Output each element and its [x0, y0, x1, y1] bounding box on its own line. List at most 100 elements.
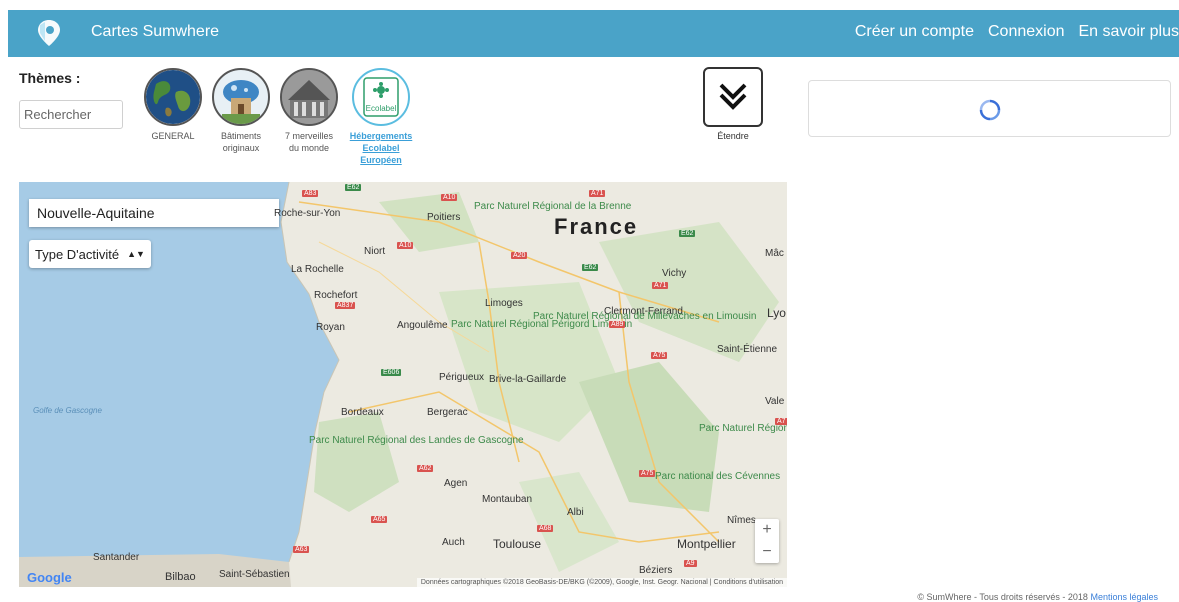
road-shield: A75	[639, 470, 656, 477]
map-pin-logo-icon[interactable]	[36, 19, 62, 47]
theme-ecolabel[interactable]: Ecolabel Hébergements Ecolabel Européen	[345, 68, 417, 166]
map-view[interactable]: Type D'activité ▲▼ France Roche-sur-Yon …	[19, 182, 787, 587]
road-shield: A837	[335, 302, 356, 309]
results-panel	[808, 80, 1171, 137]
activity-type-label: Type D'activité	[35, 246, 120, 262]
theme-general-label: GENERAL	[151, 131, 195, 141]
road-shield: E62	[345, 184, 362, 191]
road-shield: A10	[441, 194, 458, 201]
map-label-city: Royan	[316, 322, 345, 333]
map-label-city: Rochefort	[314, 290, 358, 301]
map-label-city: La Rochelle	[291, 264, 344, 275]
road-shield: A7	[775, 418, 787, 425]
map-label-city: Angoulême	[397, 320, 448, 331]
double-chevron-down-icon	[719, 83, 747, 110]
theme-ecolabel-label-3: Européen	[360, 155, 402, 165]
region-search-input[interactable]	[29, 199, 279, 227]
map-label-city: Bergerac	[427, 407, 468, 418]
footer: © SumWhere - Tous droits réservés - 2018…	[917, 592, 1158, 602]
theme-original-buildings[interactable]: Bâtiments originaux	[205, 68, 277, 154]
theme-ecolabel-label-1: Hébergements	[349, 131, 413, 141]
theme-wonders-label-1: 7 merveilles	[284, 131, 333, 141]
road-shield: A10	[397, 242, 414, 249]
map-label-city: Saint-Sébastien	[219, 569, 290, 580]
top-navbar: Cartes Sumwhere Créer un compte Connexio…	[8, 10, 1179, 57]
map-label-city: Lyo	[767, 306, 786, 320]
road-shield: A83	[302, 190, 319, 197]
theme-general[interactable]: GENERAL	[137, 68, 209, 142]
map-label-city: Agen	[444, 478, 468, 489]
road-shield: A63	[293, 546, 310, 553]
map-label-city: Niort	[364, 246, 386, 257]
road-shield: A65	[371, 516, 388, 523]
map-label-city: Béziers	[639, 565, 673, 576]
ecolabel-flower-icon: Ecolabel	[352, 68, 410, 126]
theme-ecolabel-label-2: Ecolabel	[362, 143, 400, 153]
road-shield: A89	[609, 321, 626, 328]
road-shield: A71	[589, 190, 606, 197]
login-link[interactable]: Connexion	[988, 23, 1065, 41]
map-label-sea: Golfe de Gascogne	[33, 406, 102, 415]
map-label-city: Toulouse	[493, 537, 542, 551]
map-label-city: Nîmes	[727, 515, 756, 526]
zoom-controls: + −	[755, 519, 779, 563]
map-label-park: Parc Naturel Régional des Landes de Gasc…	[309, 436, 524, 446]
zoom-in-button[interactable]: +	[755, 519, 779, 541]
theme-wonders-label-2: du monde	[288, 143, 330, 153]
brand-title[interactable]: Cartes Sumwhere	[91, 23, 219, 41]
map-label-city: Saint-Étienne	[717, 344, 778, 355]
map-label-city: Vale	[765, 396, 785, 407]
map-label-city: Auch	[442, 537, 465, 548]
map-label-city: Montauban	[482, 494, 533, 505]
legal-notice-link[interactable]: Mentions légales	[1090, 592, 1158, 602]
road-shield: A9	[684, 560, 697, 567]
map-label-city: Mâc	[765, 248, 784, 259]
theme-buildings-label-1: Bâtiments	[220, 131, 262, 141]
extend-label: Étendre	[717, 131, 749, 141]
road-shield: A62	[417, 465, 434, 472]
map-label-country: France	[554, 214, 639, 239]
google-logo: Google	[27, 570, 72, 585]
select-arrows-icon: ▲▼	[127, 249, 145, 259]
extend-button[interactable]	[703, 67, 763, 127]
globe-icon	[144, 68, 202, 126]
map-attribution[interactable]: Données cartographiques ©2018 GeoBasis-D…	[416, 578, 787, 587]
loading-spinner-icon	[979, 99, 1001, 121]
map-label-park: Parc national des Cévennes	[655, 471, 781, 482]
ecolabel-text: Ecolabel	[365, 104, 397, 113]
map-label-city: Vichy	[662, 268, 687, 279]
theme-buildings-label-2: originaux	[222, 143, 260, 153]
zoom-out-button[interactable]: −	[755, 541, 779, 563]
create-account-link[interactable]: Créer un compte	[855, 23, 974, 41]
map-label-city: Brive-la-Gaillarde	[489, 374, 567, 385]
theme-seven-wonders[interactable]: 7 merveilles du monde	[273, 68, 345, 154]
copyright-text: © SumWhere - Tous droits réservés - 2018	[917, 592, 1088, 602]
map-label-park: Parc Naturel Régional des Monts d'Ardèch…	[699, 423, 787, 434]
road-shield: E62	[582, 264, 599, 271]
map-label-city: Montpellier	[677, 537, 736, 551]
mushroom-house-icon	[212, 68, 270, 126]
road-shield: A75	[651, 352, 668, 359]
map-label-city: Bilbao	[165, 571, 196, 583]
map-label-city: Santander	[93, 552, 140, 563]
road-shield: E62	[679, 230, 696, 237]
road-shield: E606	[381, 369, 402, 376]
activity-type-select[interactable]: Type D'activité ▲▼	[29, 240, 151, 268]
map-label-city: Bordeaux	[341, 407, 384, 418]
road-shield: A71	[652, 282, 669, 289]
learn-more-link[interactable]: En savoir plus	[1079, 23, 1179, 41]
road-shield: A68	[537, 525, 554, 532]
map-label-park: Parc Naturel Régional Périgord Limousin	[451, 319, 632, 330]
nav-links: Créer un compte Connexion En savoir plus	[855, 23, 1179, 41]
monument-icon	[280, 68, 338, 126]
road-shield: A20	[511, 252, 528, 259]
map-label-city: Limoges	[485, 298, 523, 309]
map-label-city: Périgueux	[439, 372, 485, 383]
map-label-city: Poitiers	[427, 212, 461, 223]
themes-label: Thèmes :	[19, 70, 81, 86]
map-label-city: Roche-sur-Yon	[274, 208, 341, 219]
map-label-park: Parc Naturel Régional de Millevaches en …	[533, 311, 756, 322]
theme-search-input[interactable]	[19, 100, 123, 129]
map-label-city: Albi	[567, 507, 584, 518]
map-label-park: Parc Naturel Régional de la Brenne	[474, 202, 631, 212]
